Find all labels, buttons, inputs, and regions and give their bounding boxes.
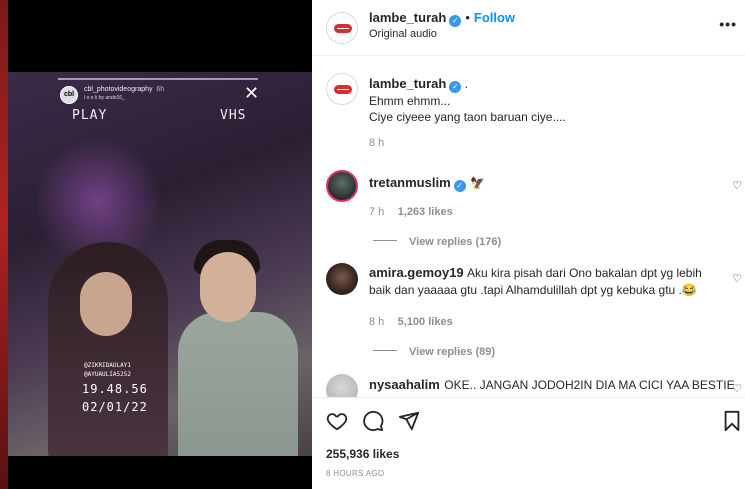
- post-media[interactable]: cbl cbl_photovideography 6h l o o k by a…: [0, 0, 312, 489]
- comment-meta: 7 h 1,263 likes: [369, 202, 453, 220]
- story-progress-bar: [58, 78, 258, 80]
- post-actions-bar: [312, 404, 745, 438]
- caption-author-line: lambe_turah ✓ .: [369, 76, 468, 93]
- separator-dot: •: [465, 10, 470, 25]
- lips-logo-icon: [334, 24, 352, 33]
- actions-divider: [312, 397, 745, 398]
- comment-likes[interactable]: 5,100 likes: [398, 316, 453, 328]
- verified-badge-icon: ✓: [453, 180, 466, 192]
- mention-tag: @AYUAULIA5252: [84, 371, 131, 378]
- post-timestamp[interactable]: 8 HOURS AGO: [326, 469, 384, 478]
- comment-text: OKE.. JANGAN JODOH2IN DIA MA CICI YAA BE…: [444, 378, 735, 392]
- vhs-label: VHS: [220, 108, 247, 123]
- caption-line: Ciye ciyeee yang taon baruan ciye....: [369, 110, 566, 124]
- comment-likes[interactable]: 1,263 likes: [398, 206, 453, 218]
- post-header: lambe_turah ✓ • Follow Original audio •••: [312, 0, 745, 56]
- post-details-panel: lambe_turah ✓ • Follow Original audio ••• l…: [312, 0, 745, 489]
- replies-line: [373, 350, 397, 352]
- comment-time: 8 h: [369, 316, 385, 328]
- follow-button[interactable]: Follow: [474, 10, 515, 25]
- caption-avatar[interactable]: [326, 73, 358, 105]
- like-comment-heart-icon[interactable]: ♡: [732, 272, 742, 285]
- lips-logo-icon: [334, 85, 352, 94]
- comment-username[interactable]: amira.gemoy19: [369, 265, 464, 280]
- comment-username[interactable]: tretanmuslim: [369, 175, 451, 190]
- story-username: cbl_photovideography 6h: [84, 86, 165, 93]
- comment-text: Aku kira pisah dari Ono bakalan dpt yg l…: [467, 266, 702, 280]
- story-subtitle: l o o k by ando16_: [84, 95, 125, 101]
- vhs-date-stamp: 02/01/22: [82, 400, 148, 414]
- verified-badge-icon: ✓: [449, 15, 462, 27]
- view-replies[interactable]: View replies (176): [373, 232, 501, 250]
- mention-tag: @ZIKRIDAULAY1: [84, 362, 131, 369]
- view-replies-label[interactable]: View replies (89): [409, 346, 495, 358]
- caption-line: Ehmm ehmm...: [369, 94, 451, 108]
- vhs-play-label: PLAY: [72, 108, 108, 123]
- comment-text: baik dan yaaaaa gtu .tapi Alhamdulillah …: [369, 283, 697, 297]
- like-comment-heart-icon[interactable]: ♡: [732, 382, 742, 395]
- likes-count[interactable]: 255,936 likes: [326, 447, 399, 461]
- close-icon: ✕: [244, 83, 260, 103]
- caption-time: 8 h: [369, 137, 385, 149]
- view-replies[interactable]: View replies (89): [373, 342, 495, 360]
- share-icon[interactable]: [398, 410, 420, 432]
- man-face: [200, 252, 256, 322]
- background-page-edge: [0, 0, 8, 489]
- replies-line: [373, 240, 397, 242]
- man-figure: [178, 312, 298, 456]
- comment-meta: 8 h 5,100 likes: [369, 312, 453, 330]
- comment-time: 7 h: [369, 206, 385, 218]
- author-avatar[interactable]: [326, 12, 358, 44]
- comment-icon[interactable]: [362, 410, 384, 432]
- view-replies-label[interactable]: View replies (176): [409, 236, 501, 248]
- bookmark-icon[interactable]: [722, 410, 742, 432]
- author-line: lambe_turah ✓ • Follow: [369, 9, 515, 27]
- comment-line: tretanmuslim ✓ 🦅: [369, 174, 485, 192]
- comment-body: amira.gemoy19 Aku kira pisah dari Ono ba…: [369, 264, 719, 299]
- caption-username[interactable]: lambe_turah: [369, 76, 446, 91]
- comment-text: 🦅: [470, 176, 486, 190]
- commenter-avatar[interactable]: [326, 170, 358, 202]
- heart-icon[interactable]: [326, 410, 348, 432]
- like-comment-heart-icon[interactable]: ♡: [732, 179, 742, 192]
- comment-line: nysaahalim OKE.. JANGAN JODOH2IN DIA MA …: [369, 376, 735, 394]
- vhs-time-stamp: 19.48.56: [82, 382, 148, 396]
- instagram-post-viewer: cbl cbl_photovideography 6h l o o k by a…: [0, 0, 745, 489]
- comment-username[interactable]: nysaahalim: [369, 377, 440, 392]
- more-options-icon[interactable]: •••: [719, 16, 737, 32]
- commenter-avatar[interactable]: [326, 263, 358, 295]
- woman-face: [80, 272, 132, 336]
- video-frame[interactable]: [8, 72, 312, 456]
- audio-link[interactable]: Original audio: [369, 28, 437, 40]
- story-avatar: cbl: [60, 86, 78, 104]
- author-username[interactable]: lambe_turah: [369, 10, 446, 25]
- comments-list[interactable]: lambe_turah ✓ . Ehmm ehmm... Ciye ciyeee …: [312, 57, 745, 397]
- verified-badge-icon: ✓: [449, 81, 462, 93]
- commenter-avatar[interactable]: [326, 374, 358, 397]
